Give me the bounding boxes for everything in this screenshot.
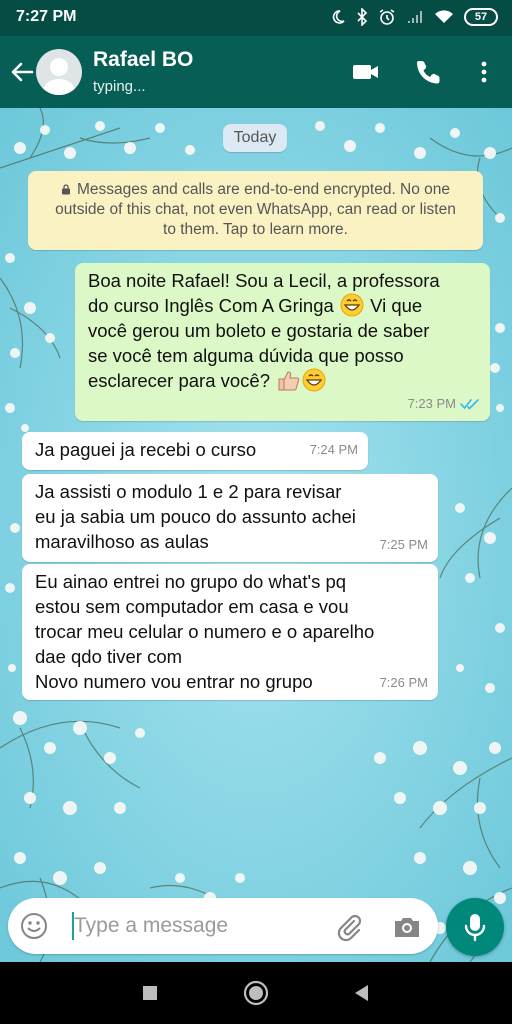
message-line: eu ja sabia um pouco do assunto achei xyxy=(35,506,356,527)
grinning-face-emoji-icon xyxy=(302,368,326,392)
system-nav-bar xyxy=(0,962,512,1024)
mic-button[interactable] xyxy=(446,898,504,956)
recents-icon[interactable] xyxy=(136,979,164,1007)
message-line-with-emoji: esclarecer para você? xyxy=(88,368,476,393)
video-call-icon[interactable] xyxy=(352,58,380,86)
contact-status: typing... xyxy=(93,78,146,95)
message-bubble-incoming[interactable]: Ja assisti o modulo 1 e 2 para revisar e… xyxy=(22,474,438,562)
camera-icon[interactable] xyxy=(392,912,422,942)
message-time: 7:24 PM xyxy=(309,442,358,457)
home-icon[interactable] xyxy=(242,979,270,1007)
default-avatar-icon xyxy=(41,58,77,95)
alarm-icon xyxy=(379,9,395,25)
message-meta: 7:25 PM xyxy=(380,532,428,557)
message-meta: 7:24 PM xyxy=(310,437,358,462)
message-line: dae qdo tiver com xyxy=(35,646,183,667)
status-icons: 57 xyxy=(330,8,498,26)
attach-icon[interactable] xyxy=(334,912,364,942)
message-line: Eu ainao entrei no grupo do what's pq xyxy=(35,571,347,592)
message-bubble-incoming[interactable]: Eu ainao entrei no grupo do what's pq es… xyxy=(22,564,438,700)
message-line: você gerou um boleto e gostaria de saber xyxy=(88,320,430,341)
message-time: 7:25 PM xyxy=(379,537,428,552)
grinning-face-emoji-icon xyxy=(340,293,364,317)
phone-icon[interactable] xyxy=(414,58,442,86)
status-bar: 7:27 PM 57 xyxy=(0,0,512,36)
message-line-with-emoji: do curso Inglês Com A Gringa Vi que xyxy=(88,293,476,318)
message-time: 7:26 PM xyxy=(379,675,428,690)
message-bubble-outgoing[interactable]: Boa noite Rafael! Sou a Lecil, a profess… xyxy=(75,263,490,421)
status-time: 7:27 PM xyxy=(16,8,77,25)
message-input[interactable] xyxy=(74,908,324,944)
encryption-notice[interactable]: Messages and calls are end-to-end encryp… xyxy=(28,171,483,250)
bluetooth-icon xyxy=(357,8,368,26)
message-meta: 7:26 PM xyxy=(380,670,428,695)
message-line: Novo numero vou entrar no grupo xyxy=(35,671,313,692)
message-line: Ja paguei ja recebi o curso xyxy=(35,439,257,460)
message-bubble-incoming[interactable]: Ja paguei ja recebi o curso 7:24 PM xyxy=(22,432,368,470)
message-text: Vi que xyxy=(370,295,423,316)
wifi-icon xyxy=(435,10,453,23)
thumbs-up-emoji-icon xyxy=(278,371,300,391)
emoji-icon[interactable] xyxy=(20,912,48,940)
encryption-line-1: Messages and calls are end-to-end encryp… xyxy=(76,181,451,198)
lock-icon xyxy=(61,184,70,195)
message-text: do curso Inglês Com A Gringa xyxy=(88,295,334,316)
message-line: trocar meu celular o numero e o aparelho xyxy=(35,621,375,642)
avatar[interactable] xyxy=(36,49,82,95)
back-arrow-icon[interactable] xyxy=(8,58,36,86)
message-line: estou sem computador em casa e vou xyxy=(35,596,349,617)
message-line: maravilhoso as aulas xyxy=(35,531,209,552)
double-check-icon xyxy=(460,398,479,410)
back-icon[interactable] xyxy=(348,979,376,1007)
message-line: Boa noite Rafael! Sou a Lecil, a profess… xyxy=(88,270,440,291)
date-chip: Today xyxy=(223,124,287,152)
contact-name[interactable]: Rafael BO xyxy=(93,48,193,72)
chat-area[interactable]: Today Messages and calls are end-to-end … xyxy=(0,108,512,962)
mic-icon xyxy=(464,914,486,942)
message-time: 7:23 PM xyxy=(407,396,456,411)
message-line: Ja assisti o modulo 1 e 2 para revisar xyxy=(35,481,342,502)
message-text: esclarecer para você? xyxy=(88,370,271,391)
signal-icon xyxy=(408,11,422,23)
message-line: se você tem alguma dúvida que posso xyxy=(88,345,404,366)
encryption-line-3: to them. Tap to learn more. xyxy=(163,221,348,238)
chat-header: Rafael BO typing... xyxy=(0,36,512,108)
battery-icon: 57 xyxy=(464,8,498,26)
message-meta: 7:23 PM xyxy=(408,391,480,416)
message-composer xyxy=(8,898,438,954)
encryption-line-2: outside of this chat, not even WhatsApp,… xyxy=(55,201,456,218)
moon-icon xyxy=(332,10,345,24)
more-vert-icon[interactable] xyxy=(470,58,498,86)
